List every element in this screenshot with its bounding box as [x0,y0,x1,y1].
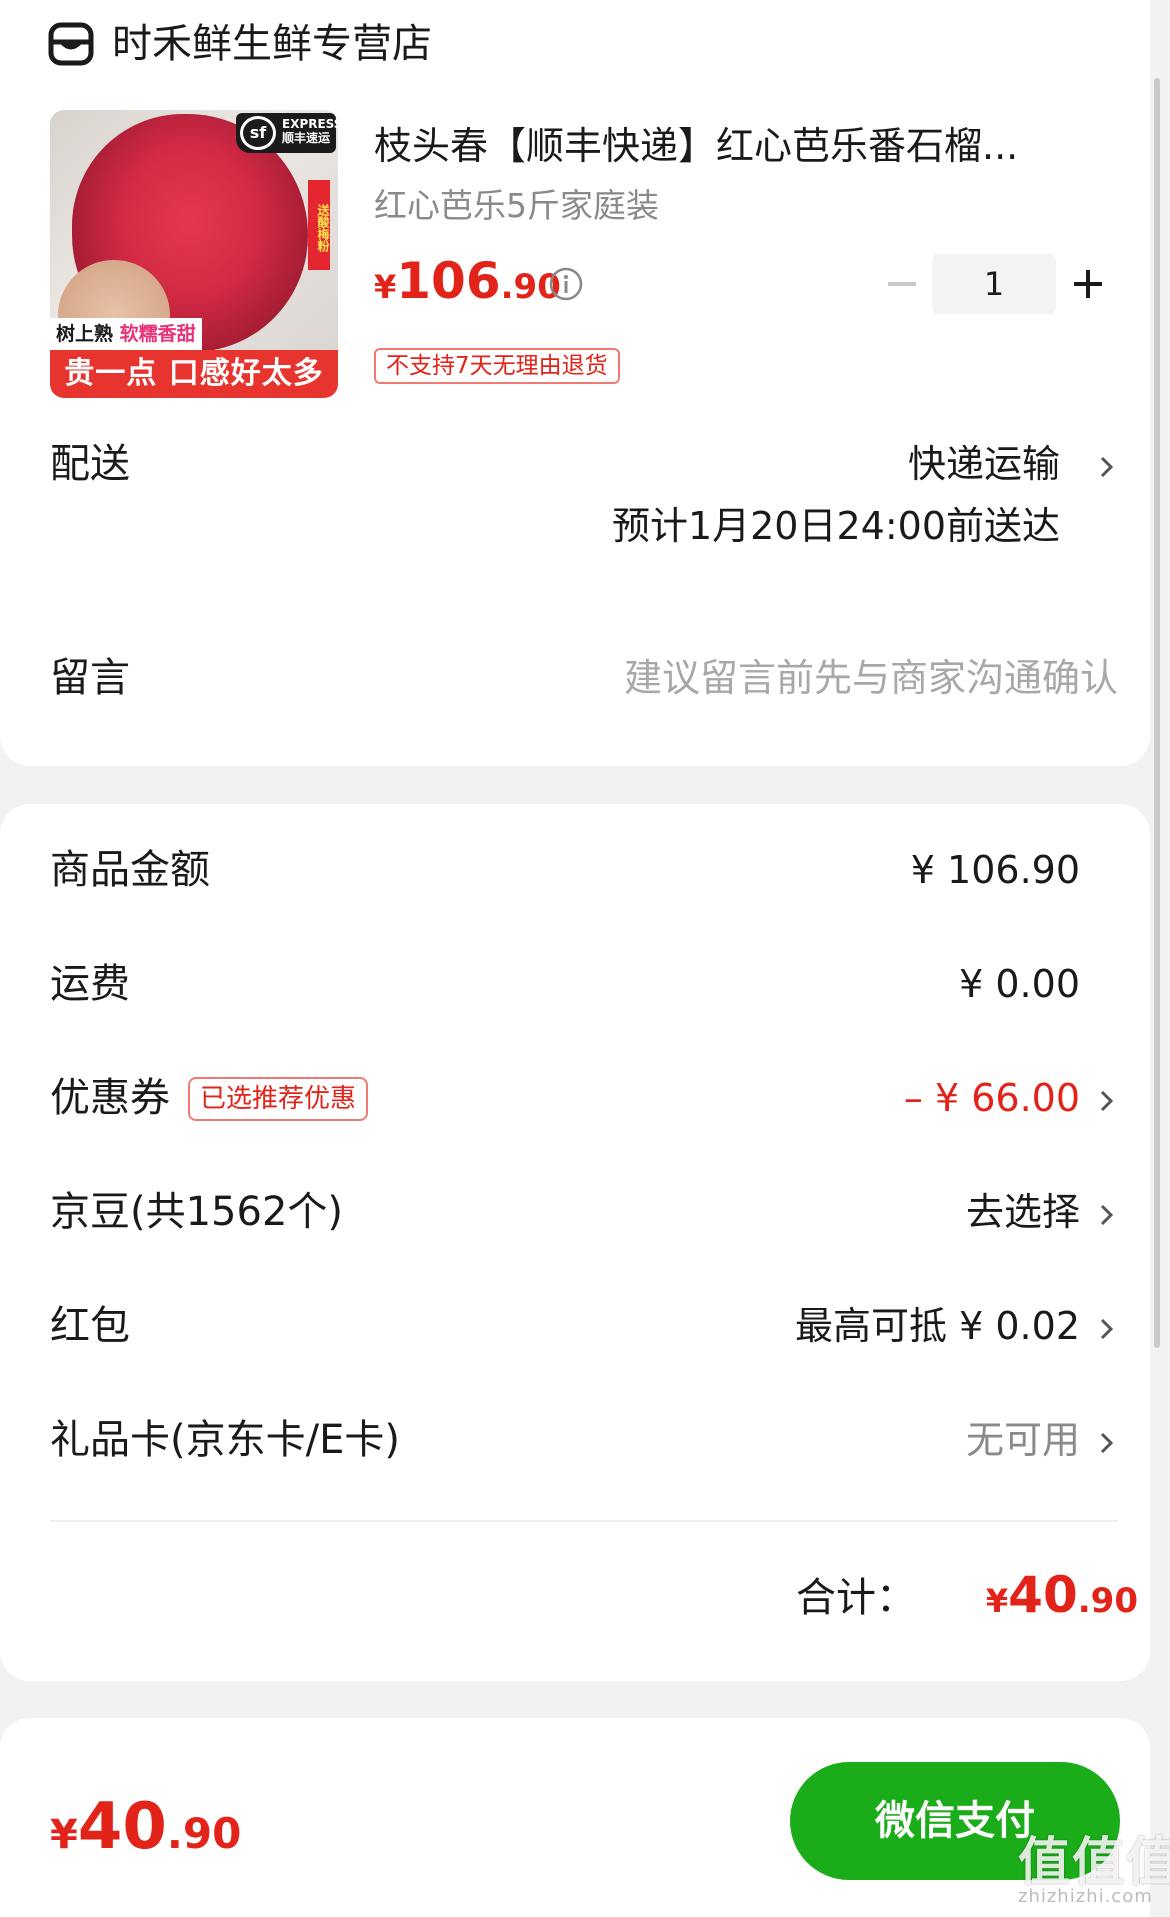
total-integer: 40 [1008,1566,1078,1624]
chevron-right-icon[interactable] [1096,1084,1118,1118]
store-name[interactable]: 时禾鲜生鲜专营店 [112,18,432,70]
sf-express-badge: sf EXPRESS 顺丰速运 [236,113,338,153]
pay-bar-price: ¥40.90 [50,1790,241,1864]
redpacket-value[interactable]: 最高可抵 ¥ 0.02 [795,1300,1080,1352]
gift-tag: 送酸梅粉 [308,180,330,270]
product-image[interactable]: sf EXPRESS 顺丰速运 送酸梅粉 树上熟 软糯香甜 贵一点 口感好太多 [50,110,338,398]
return-policy-tag: 不支持7天无理由退货 [374,348,620,384]
jingdou-value[interactable]: 去选择 [966,1186,1080,1238]
product-spec[interactable]: 红心芭乐5斤家庭装 [374,184,659,228]
watermark-logo: 值值值 [1018,1833,1170,1893]
chevron-right-icon[interactable] [1096,1198,1118,1232]
summary-card [0,804,1150,1681]
price-integer: 106 [396,252,501,310]
image-slogan: 贵一点 口感好太多 [50,350,338,398]
coupon-label: 优惠券 [50,1075,170,1121]
minus-icon[interactable] [884,266,920,302]
chevron-right-icon[interactable] [1096,1426,1118,1460]
delivery-eta: 预计1月20日24:00前送达 [611,504,1060,548]
chevron-right-icon[interactable] [1096,1312,1118,1346]
coupon-value[interactable]: – ¥ 66.00 [904,1072,1080,1124]
jingdou-label: 京豆(共1562个) [50,1189,344,1235]
delivery-label: 配送 [50,441,130,487]
info-icon[interactable] [548,266,584,302]
sf-logo-icon: sf [240,116,276,150]
shipping-value: ¥ 0.00 [959,962,1080,1006]
total-decimal: .90 [1077,1581,1138,1621]
goods-amount-value: ¥ 106.90 [910,848,1080,892]
summary-divider [50,1520,1118,1522]
sf-badge-text: EXPRESS 顺丰速运 [282,117,338,145]
pay-price-symbol: ¥ [50,1812,78,1858]
ripeness-tag-black: 树上熟 [56,323,114,345]
pay-price-integer: 40 [77,1790,167,1864]
ripeness-tag-pink: 软糯香甜 [119,323,196,345]
quantity-field[interactable]: 1 [932,254,1056,314]
message-input[interactable] [520,652,1118,704]
order-card: 时禾鲜生鲜专营店 sf EXPRESS 顺丰速运 送酸梅粉 树上熟 软糯香甜 贵… [0,0,1150,766]
coupon-selected-tag: 已选推荐优惠 [188,1077,369,1121]
price-symbol: ¥ [374,268,397,306]
scrollbar[interactable] [1154,78,1160,1348]
giftcard-value[interactable]: 无可用 [966,1414,1080,1466]
store-icon [48,22,94,66]
product-price: ¥106.90 [374,252,561,310]
total-symbol: ¥ [985,1582,1009,1620]
giftcard-label: 礼品卡(京东卡/E卡) [50,1417,400,1463]
chevron-right-icon[interactable] [1096,450,1118,484]
product-title[interactable]: 枝头春【顺丰快递】红心芭乐番石榴... [374,122,1094,170]
total-label: 合计： [796,1575,916,1621]
goods-amount-label: 商品金额 [50,847,210,893]
plus-icon[interactable] [1070,266,1106,302]
message-label: 留言 [50,655,130,701]
pay-price-decimal: .90 [166,1809,242,1858]
shipping-label: 运费 [50,961,130,1007]
watermark-url: zhizhizhi.com [1018,1886,1153,1907]
ripeness-tag: 树上熟 软糯香甜 [50,318,202,350]
total-value: ¥40.90 [986,1566,1138,1624]
delivery-method[interactable]: 快递运输 [908,438,1060,490]
redpacket-label: 红包 [50,1303,130,1349]
